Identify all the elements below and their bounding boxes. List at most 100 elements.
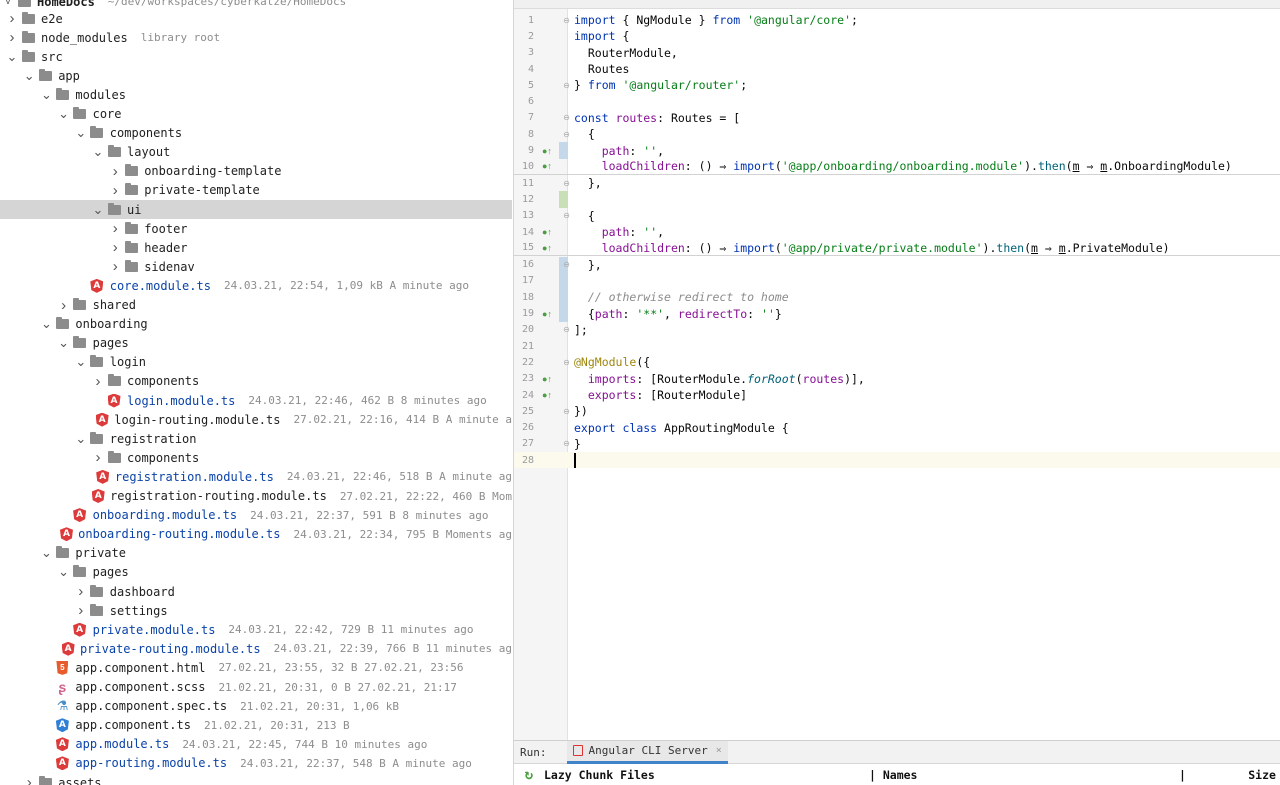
tree-item[interactable]: 5 app.component.html 27.02.21, 23:55, 32 B… [0, 658, 512, 677]
tree-item[interactable]: ⌄ modules [0, 85, 512, 104]
tree-item[interactable]: ⌄ onboarding [0, 315, 512, 334]
code-line[interactable]: 12 [514, 191, 1280, 208]
tree-item[interactable]: Alogin.module.ts 24.03.21, 22:46, 462 B 8… [0, 391, 512, 410]
tree-item[interactable]: ⌄ registration [0, 429, 512, 448]
tree-item[interactable]: Aonboarding-routing.module.ts 24.03.21, 2… [0, 525, 512, 544]
tree-item[interactable]: Aonboarding.module.ts 24.03.21, 22:37, 59… [0, 506, 512, 525]
code-line[interactable]: 21 [514, 338, 1280, 354]
code-line[interactable]: 27 ⊖} [514, 436, 1280, 452]
override-gutter-icon[interactable]: ●↑ [542, 146, 554, 156]
code-line[interactable]: 20 ⊖]; [514, 322, 1280, 338]
vcs-change-marker[interactable] [559, 191, 568, 208]
code-line[interactable]: 14 ●↑ path: '', [514, 224, 1280, 240]
chevron-down-icon[interactable]: ⌄ [90, 202, 106, 218]
chevron-right-icon[interactable]: › [4, 29, 20, 46]
chevron-down-icon[interactable]: ⌄ [56, 564, 72, 580]
code-line[interactable]: 16 ⊖ }, [514, 256, 1280, 273]
code-line[interactable]: 26 export class AppRoutingModule { [514, 420, 1280, 436]
code-line[interactable]: 2 import { [514, 28, 1280, 44]
tree-item[interactable]: Aapp-routing.module.ts 24.03.21, 22:37, 5… [0, 754, 512, 773]
chevron-right-icon[interactable]: › [21, 774, 37, 785]
code-line[interactable]: 4 Routes [514, 61, 1280, 77]
code-line[interactable]: 25 ⊖}) [514, 403, 1280, 419]
fold-icon[interactable]: ⊖ [562, 325, 571, 334]
code-line[interactable]: 24 ●↑ exports: [RouterModule] [514, 387, 1280, 403]
fold-icon[interactable]: ⊖ [562, 179, 571, 188]
code-line[interactable]: 3 RouterModule, [514, 45, 1280, 61]
chevron-right-icon[interactable]: › [73, 583, 89, 600]
tree-item[interactable]: › assets [0, 773, 512, 785]
code-line[interactable]: 22 ⊖ @NgModule({ [514, 354, 1280, 370]
tree-item[interactable]: › onboarding-template [0, 162, 512, 181]
vcs-change-marker[interactable] [559, 272, 568, 290]
close-icon[interactable]: × [716, 745, 722, 756]
override-gutter-icon[interactable]: ●↑ [542, 227, 554, 237]
tree-item[interactable]: ⌄ src [0, 47, 512, 66]
fold-icon[interactable]: ⊖ [562, 407, 571, 416]
tree-item[interactable]: ⌄ pages [0, 563, 512, 582]
tree-item[interactable]: Aprivate-routing.module.ts 24.03.21, 22:3… [0, 639, 512, 658]
chevron-down-icon[interactable]: v [0, 0, 16, 7]
tree-item[interactable]: › footer [0, 219, 512, 238]
tree-item[interactable]: Aapp.component.ts 21.02.21, 20:31, 213 B [0, 716, 512, 735]
tab-angular-cli-server[interactable]: Angular CLI Server × [566, 740, 728, 764]
tree-item[interactable]: ⌄ login [0, 353, 512, 372]
code-line[interactable]: 11 ⊖ }, [514, 175, 1280, 191]
tree-item[interactable]: › components [0, 448, 512, 467]
vcs-change-marker[interactable] [559, 142, 568, 159]
tree-item[interactable]: ⌄ core [0, 105, 512, 124]
code-line[interactable]: 9 ●↑ path: '', [514, 142, 1280, 159]
tree-item[interactable]: Aprivate.module.ts 24.03.21, 22:42, 729 B… [0, 620, 512, 639]
chevron-down-icon[interactable]: ⌄ [73, 431, 89, 447]
tree-item[interactable]: ⌄ private [0, 544, 512, 563]
fold-icon[interactable]: ⊖ [562, 130, 571, 139]
tree-item[interactable]: › shared [0, 296, 512, 315]
tree-item[interactable]: ⚗ app.component.spec.ts 21.02.21, 20:31, 1… [0, 697, 512, 716]
tree-item[interactable]: › private-template [0, 181, 512, 200]
chevron-right-icon[interactable]: › [90, 373, 106, 390]
tree-item[interactable]: ⌄ pages [0, 334, 512, 353]
chevron-down-icon[interactable]: ⌄ [38, 87, 54, 103]
code-line[interactable]: 17 [514, 272, 1280, 290]
tree-item[interactable]: Aregistration-routing.module.ts 27.02.21,… [0, 487, 512, 506]
code-line[interactable]: 23 ●↑ imports: [RouterModule.forRoot(rout… [514, 371, 1280, 387]
fold-icon[interactable]: ⊖ [562, 211, 571, 220]
chevron-right-icon[interactable]: › [90, 449, 106, 466]
code-editor[interactable]: 1 ⊖ import { NgModule } from '@angular/cor… [513, 0, 1280, 740]
rerun-icon[interactable]: ↻ [514, 767, 544, 783]
tree-item[interactable]: ⌄ ui [0, 200, 512, 219]
chevron-right-icon[interactable]: › [4, 10, 20, 27]
chevron-right-icon[interactable]: › [73, 602, 89, 619]
fold-icon[interactable]: ⊖ [562, 358, 571, 367]
chevron-right-icon[interactable]: › [107, 220, 123, 237]
fold-icon[interactable]: ⊖ [562, 113, 571, 122]
chevron-down-icon[interactable]: ⌄ [38, 316, 54, 332]
code-line[interactable]: 28 [514, 452, 1280, 469]
fold-icon[interactable]: ⊖ [562, 439, 571, 448]
code-line[interactable]: 1 ⊖ import { NgModule } from '@angular/cor… [514, 12, 1280, 28]
code-line[interactable]: 10 ●↑ loadChildren: () ⇒ import('@app/onb… [514, 159, 1280, 175]
chevron-down-icon[interactable]: ⌄ [73, 354, 89, 370]
code-line[interactable]: 15 ●↑ loadChildren: () ⇒ import('@app/pri… [514, 240, 1280, 257]
chevron-down-icon[interactable]: ⌄ [73, 125, 89, 141]
code-line[interactable]: 13 ⊖ { [514, 208, 1280, 224]
chevron-down-icon[interactable]: ⌄ [38, 545, 54, 561]
vcs-change-marker[interactable] [559, 289, 568, 306]
override-gutter-icon[interactable]: ●↑ [542, 243, 554, 253]
chevron-down-icon[interactable]: ⌄ [4, 49, 20, 65]
override-gutter-icon[interactable]: ●↑ [542, 390, 554, 400]
code-line[interactable]: 8 ⊖ { [514, 126, 1280, 142]
tree-item[interactable]: › settings [0, 601, 512, 620]
fold-icon[interactable]: ⊖ [562, 81, 571, 90]
code-line[interactable]: 5 ⊖} from '@angular/router'; [514, 77, 1280, 93]
tree-item[interactable]: Aapp.module.ts 24.03.21, 22:45, 744 B 10 … [0, 735, 512, 754]
tree-item[interactable]: Aregistration.module.ts 24.03.21, 22:46, … [0, 467, 512, 486]
tree-item[interactable]: › e2e [0, 9, 512, 28]
tree-item[interactable]: › node_modules library root [0, 28, 512, 47]
tree-item[interactable]: › components [0, 372, 512, 391]
tree-item[interactable]: › dashboard [0, 582, 512, 601]
tree-item[interactable]: ⌄ components [0, 124, 512, 143]
code-line[interactable]: 7 ⊖ const routes: Routes = [ [514, 110, 1280, 126]
override-gutter-icon[interactable]: ●↑ [542, 161, 554, 171]
chevron-right-icon[interactable]: › [107, 182, 123, 199]
